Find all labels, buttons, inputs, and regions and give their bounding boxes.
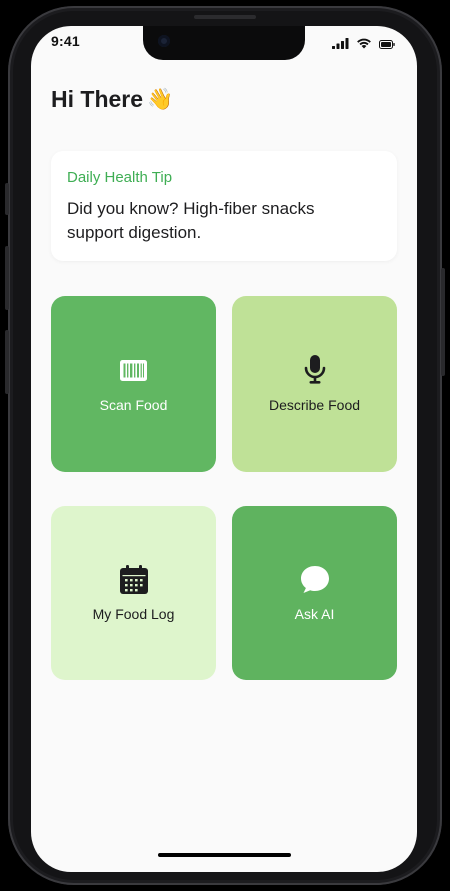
my-food-log-label: My Food Log [92,606,175,622]
status-icons [332,36,395,54]
camera-notch [143,26,305,60]
home-indicator[interactable] [158,853,291,857]
ask-ai-label: Ask AI [294,606,335,622]
daily-health-tip-card: Daily Health Tip Did you know? High-fibe… [51,151,397,261]
cellular-signal-icon [332,36,349,54]
scan-food-label: Scan Food [99,397,168,413]
volume-down-button [5,330,9,394]
describe-food-label: Describe Food [268,397,361,413]
battery-icon [379,36,395,54]
waving-hand-emoji: 👋 [147,87,174,111]
calendar-icon [119,564,149,594]
describe-food-button[interactable]: Describe Food [232,296,397,472]
device-stage: 9:41 Hi There 👋 Daily Health Tip Did you… [0,0,450,891]
tip-body: Did you know? High-fiber snacks support … [67,199,315,242]
tip-title: Daily Health Tip [67,169,173,186]
greeting-heading: Hi There 👋 [51,86,173,113]
earpiece-speaker [194,15,256,19]
front-camera [158,35,170,47]
barcode-icon [119,355,149,385]
microphone-icon [300,355,330,385]
status-time: 9:41 [51,33,80,49]
mute-switch [5,183,9,215]
power-button [441,268,445,376]
app-screen: 9:41 Hi There 👋 Daily Health Tip Did you… [31,26,417,872]
my-food-log-button[interactable]: My Food Log [51,506,216,680]
ask-ai-button[interactable]: Ask AI [232,506,397,680]
greeting-text: Hi There [51,86,144,112]
chat-bubble-icon [300,564,330,594]
wifi-icon [356,36,372,54]
scan-food-button[interactable]: Scan Food [51,296,216,472]
volume-up-button [5,246,9,310]
